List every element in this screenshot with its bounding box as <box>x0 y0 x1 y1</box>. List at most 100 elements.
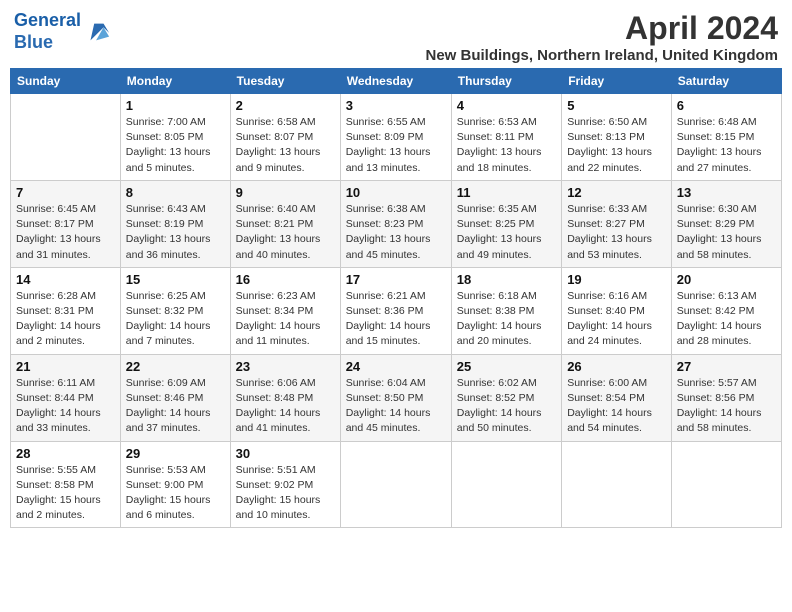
calendar-cell: 14 Sunrise: 6:28 AM Sunset: 8:31 PM Dayli… <box>11 267 121 354</box>
day-number: 28 <box>16 446 115 461</box>
col-header-friday: Friday <box>562 69 672 94</box>
day-info: Sunrise: 5:55 AM Sunset: 8:58 PM Dayligh… <box>16 463 115 524</box>
calendar-week-4: 21 Sunrise: 6:11 AM Sunset: 8:44 PM Dayli… <box>11 354 782 441</box>
calendar-cell <box>340 441 451 528</box>
logo: General Blue <box>14 10 111 53</box>
day-info: Sunrise: 6:30 AM Sunset: 8:29 PM Dayligh… <box>677 202 776 263</box>
day-number: 23 <box>236 359 335 374</box>
day-info: Sunrise: 6:25 AM Sunset: 8:32 PM Dayligh… <box>126 289 225 350</box>
day-number: 26 <box>567 359 666 374</box>
calendar-cell: 10 Sunrise: 6:38 AM Sunset: 8:23 PM Dayli… <box>340 180 451 267</box>
logo-blue: Blue <box>14 32 53 52</box>
day-number: 27 <box>677 359 776 374</box>
col-header-tuesday: Tuesday <box>230 69 340 94</box>
calendar-cell: 25 Sunrise: 6:02 AM Sunset: 8:52 PM Dayli… <box>451 354 561 441</box>
calendar-cell: 21 Sunrise: 6:11 AM Sunset: 8:44 PM Dayli… <box>11 354 121 441</box>
day-info: Sunrise: 6:04 AM Sunset: 8:50 PM Dayligh… <box>346 376 446 437</box>
day-number: 14 <box>16 272 115 287</box>
day-number: 2 <box>236 98 335 113</box>
calendar-cell: 16 Sunrise: 6:23 AM Sunset: 8:34 PM Dayli… <box>230 267 340 354</box>
day-number: 1 <box>126 98 225 113</box>
calendar-cell <box>451 441 561 528</box>
day-info: Sunrise: 6:13 AM Sunset: 8:42 PM Dayligh… <box>677 289 776 350</box>
calendar-cell: 4Sunrise: 6:53 AM Sunset: 8:11 PM Daylig… <box>451 94 561 181</box>
day-info: Sunrise: 6:43 AM Sunset: 8:19 PM Dayligh… <box>126 202 225 263</box>
page-header: General Blue April 2024 New Buildings, N… <box>10 10 782 64</box>
calendar-cell: 17 Sunrise: 6:21 AM Sunset: 8:36 PM Dayli… <box>340 267 451 354</box>
day-number: 29 <box>126 446 225 461</box>
day-number: 13 <box>677 185 776 200</box>
calendar-cell: 15 Sunrise: 6:25 AM Sunset: 8:32 PM Dayli… <box>120 267 230 354</box>
day-number: 7 <box>16 185 115 200</box>
calendar-cell: 8 Sunrise: 6:43 AM Sunset: 8:19 PM Daylig… <box>120 180 230 267</box>
day-info: Sunrise: 6:11 AM Sunset: 8:44 PM Dayligh… <box>16 376 115 437</box>
day-number: 8 <box>126 185 225 200</box>
calendar-cell: 28 Sunrise: 5:55 AM Sunset: 8:58 PM Dayli… <box>11 441 121 528</box>
day-number: 25 <box>457 359 556 374</box>
page-subtitle: New Buildings, Northern Ireland, United … <box>425 47 778 64</box>
calendar-cell: 13 Sunrise: 6:30 AM Sunset: 8:29 PM Dayli… <box>671 180 781 267</box>
calendar-week-3: 14 Sunrise: 6:28 AM Sunset: 8:31 PM Dayli… <box>11 267 782 354</box>
day-number: 22 <box>126 359 225 374</box>
day-number: 17 <box>346 272 446 287</box>
day-info: Sunrise: 6:48 AM Sunset: 8:15 PM Dayligh… <box>677 115 776 176</box>
day-number: 20 <box>677 272 776 287</box>
calendar-cell: 29 Sunrise: 5:53 AM Sunset: 9:00 PM Dayli… <box>120 441 230 528</box>
day-info: Sunrise: 6:45 AM Sunset: 8:17 PM Dayligh… <box>16 202 115 263</box>
day-info: Sunrise: 6:35 AM Sunset: 8:25 PM Dayligh… <box>457 202 556 263</box>
day-number: 4 <box>457 98 556 113</box>
day-info: Sunrise: 6:23 AM Sunset: 8:34 PM Dayligh… <box>236 289 335 350</box>
calendar-cell: 26 Sunrise: 6:00 AM Sunset: 8:54 PM Dayli… <box>562 354 672 441</box>
day-info: Sunrise: 6:21 AM Sunset: 8:36 PM Dayligh… <box>346 289 446 350</box>
day-info: Sunrise: 6:16 AM Sunset: 8:40 PM Dayligh… <box>567 289 666 350</box>
calendar-cell: 6Sunrise: 6:48 AM Sunset: 8:15 PM Daylig… <box>671 94 781 181</box>
day-number: 30 <box>236 446 335 461</box>
day-info: Sunrise: 6:00 AM Sunset: 8:54 PM Dayligh… <box>567 376 666 437</box>
day-number: 10 <box>346 185 446 200</box>
day-number: 12 <box>567 185 666 200</box>
day-info: Sunrise: 6:50 AM Sunset: 8:13 PM Dayligh… <box>567 115 666 176</box>
day-info: Sunrise: 6:58 AM Sunset: 8:07 PM Dayligh… <box>236 115 335 176</box>
day-number: 21 <box>16 359 115 374</box>
day-number: 15 <box>126 272 225 287</box>
title-block: April 2024 New Buildings, Northern Irela… <box>425 10 778 64</box>
day-info: Sunrise: 6:09 AM Sunset: 8:46 PM Dayligh… <box>126 376 225 437</box>
day-info: Sunrise: 6:40 AM Sunset: 8:21 PM Dayligh… <box>236 202 335 263</box>
day-info: Sunrise: 7:00 AM Sunset: 8:05 PM Dayligh… <box>126 115 225 176</box>
calendar-cell: 3Sunrise: 6:55 AM Sunset: 8:09 PM Daylig… <box>340 94 451 181</box>
calendar-week-1: 1 Sunrise: 7:00 AM Sunset: 8:05 PM Daylig… <box>11 94 782 181</box>
calendar-table: SundayMondayTuesdayWednesdayThursdayFrid… <box>10 68 782 528</box>
day-info: Sunrise: 6:06 AM Sunset: 8:48 PM Dayligh… <box>236 376 335 437</box>
day-number: 16 <box>236 272 335 287</box>
page-title: April 2024 <box>425 10 778 47</box>
calendar-cell <box>671 441 781 528</box>
calendar-week-2: 7 Sunrise: 6:45 AM Sunset: 8:17 PM Daylig… <box>11 180 782 267</box>
day-info: Sunrise: 5:51 AM Sunset: 9:02 PM Dayligh… <box>236 463 335 524</box>
calendar-cell: 9 Sunrise: 6:40 AM Sunset: 8:21 PM Daylig… <box>230 180 340 267</box>
calendar-cell: 30 Sunrise: 5:51 AM Sunset: 9:02 PM Dayli… <box>230 441 340 528</box>
calendar-cell: 27Sunrise: 5:57 AM Sunset: 8:56 PM Dayli… <box>671 354 781 441</box>
day-info: Sunrise: 6:28 AM Sunset: 8:31 PM Dayligh… <box>16 289 115 350</box>
day-info: Sunrise: 5:53 AM Sunset: 9:00 PM Dayligh… <box>126 463 225 524</box>
day-number: 11 <box>457 185 556 200</box>
calendar-week-5: 28 Sunrise: 5:55 AM Sunset: 8:58 PM Dayli… <box>11 441 782 528</box>
calendar-cell: 12 Sunrise: 6:33 AM Sunset: 8:27 PM Dayli… <box>562 180 672 267</box>
col-header-monday: Monday <box>120 69 230 94</box>
col-header-thursday: Thursday <box>451 69 561 94</box>
logo-general: General <box>14 10 81 30</box>
day-number: 19 <box>567 272 666 287</box>
calendar-cell: 1 Sunrise: 7:00 AM Sunset: 8:05 PM Daylig… <box>120 94 230 181</box>
col-header-saturday: Saturday <box>671 69 781 94</box>
day-info: Sunrise: 6:02 AM Sunset: 8:52 PM Dayligh… <box>457 376 556 437</box>
col-header-sunday: Sunday <box>11 69 121 94</box>
day-number: 24 <box>346 359 446 374</box>
day-number: 18 <box>457 272 556 287</box>
day-info: Sunrise: 6:55 AM Sunset: 8:09 PM Dayligh… <box>346 115 446 176</box>
day-info: Sunrise: 6:38 AM Sunset: 8:23 PM Dayligh… <box>346 202 446 263</box>
calendar-cell: 20 Sunrise: 6:13 AM Sunset: 8:42 PM Dayli… <box>671 267 781 354</box>
calendar-cell: 23 Sunrise: 6:06 AM Sunset: 8:48 PM Dayli… <box>230 354 340 441</box>
logo-icon <box>83 18 111 46</box>
day-number: 9 <box>236 185 335 200</box>
calendar-cell: 24 Sunrise: 6:04 AM Sunset: 8:50 PM Dayli… <box>340 354 451 441</box>
day-info: Sunrise: 6:33 AM Sunset: 8:27 PM Dayligh… <box>567 202 666 263</box>
